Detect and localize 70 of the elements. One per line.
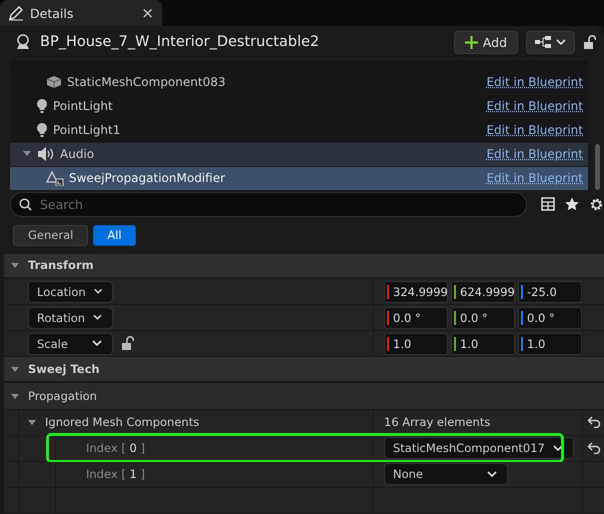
reset-arrow-icon[interactable]: [586, 442, 600, 454]
pencil-icon: [8, 5, 24, 21]
expanded-triangle-icon[interactable]: [22, 148, 32, 158]
close-button[interactable]: ×: [141, 4, 154, 22]
component-name: Audio: [60, 147, 94, 162]
component-row[interactable]: SweejPropagationModifier Edit in Blueprint: [10, 166, 588, 191]
speaker-icon: [37, 146, 55, 162]
settings-icon[interactable]: [589, 196, 604, 212]
search-field[interactable]: Search: [10, 192, 527, 217]
number-field[interactable]: 1.0: [451, 332, 515, 355]
light-bulb-icon: [36, 122, 48, 138]
element-label: Index [ 0 ]: [86, 441, 145, 456]
search-icon: [19, 198, 32, 211]
chevron-down-icon: [93, 314, 102, 322]
number-field[interactable]: 0.0 °: [384, 306, 448, 329]
reset-arrow-icon[interactable]: [586, 416, 600, 428]
number-field[interactable]: 0.0 °: [451, 306, 515, 329]
expanded-triangle-icon[interactable]: [10, 260, 20, 270]
edit-in-blueprint-link[interactable]: Edit in Blueprint: [486, 75, 588, 90]
edit-in-blueprint-link[interactable]: Edit in Blueprint: [486, 171, 588, 186]
edit-in-blueprint-link[interactable]: Edit in Blueprint: [486, 147, 588, 162]
property-label: Ignored Mesh Components: [45, 415, 200, 430]
cube-icon: [46, 75, 62, 90]
chevron-down-icon: [487, 470, 497, 478]
number-field[interactable]: 0.0 °: [518, 306, 582, 329]
light-bulb-icon: [36, 98, 48, 114]
actor-icon: [14, 33, 32, 52]
number-field[interactable]: 624.9999: [451, 280, 515, 303]
filter-tab[interactable]: General: [13, 224, 88, 246]
array-count: 16 Array elements: [384, 415, 490, 430]
hierarchy-dropdown[interactable]: [526, 30, 575, 54]
star-icon[interactable]: [565, 196, 579, 211]
category-title: Transform: [28, 258, 94, 272]
number-field[interactable]: 324.9999: [384, 280, 448, 303]
component-name: PointLight1: [53, 123, 120, 138]
value-dropdown[interactable]: None: [384, 463, 508, 486]
property-dropdown[interactable]: Scale: [28, 332, 113, 355]
search-input[interactable]: Search: [38, 196, 518, 213]
modifier-icon: [46, 170, 64, 186]
number-field[interactable]: 1.0: [518, 332, 582, 355]
property-dropdown[interactable]: Rotation: [28, 306, 113, 329]
edit-in-blueprint-link[interactable]: Edit in Blueprint: [486, 99, 588, 114]
value-dropdown[interactable]: StaticMeshComponent017: [384, 437, 574, 460]
number-field[interactable]: 1.0: [384, 332, 448, 355]
filter-tab[interactable]: All: [93, 224, 136, 246]
chevron-down-icon: [94, 288, 102, 296]
component-name: PointLight: [53, 99, 113, 114]
component-name: SweejPropagationModifier: [69, 171, 226, 186]
unlocked-padlock-icon[interactable]: [583, 34, 596, 50]
scrollbar[interactable]: [595, 144, 600, 190]
hierarchy-icon: [535, 36, 551, 48]
add-button[interactable]: Add: [454, 30, 518, 54]
element-label: Index [ 1 ]: [86, 467, 145, 482]
edit-in-blueprint-link[interactable]: Edit in Blueprint: [486, 123, 588, 138]
number-field[interactable]: -25.0: [518, 280, 582, 303]
expanded-triangle-icon[interactable]: [27, 417, 37, 428]
chevron-down-icon: [556, 38, 566, 46]
table-icon[interactable]: [541, 196, 555, 211]
component-row[interactable]: Audio Edit in Blueprint: [10, 142, 588, 167]
unlocked-padlock-icon[interactable]: [121, 336, 134, 352]
category-title: Sweej Tech: [28, 362, 100, 376]
chevron-down-icon: [552, 444, 563, 452]
chevron-down-icon: [92, 340, 102, 348]
details-tab[interactable]: Details ×: [0, 0, 162, 26]
component-name: StaticMeshComponent083: [67, 75, 226, 90]
actor-title: BP_House_7_W_Interior_Destructable2: [40, 34, 320, 50]
subcategory-title: Propagation: [28, 388, 97, 403]
plus-icon: [464, 36, 478, 49]
property-dropdown[interactable]: Location: [28, 280, 113, 303]
tab-label: Details: [30, 6, 74, 20]
